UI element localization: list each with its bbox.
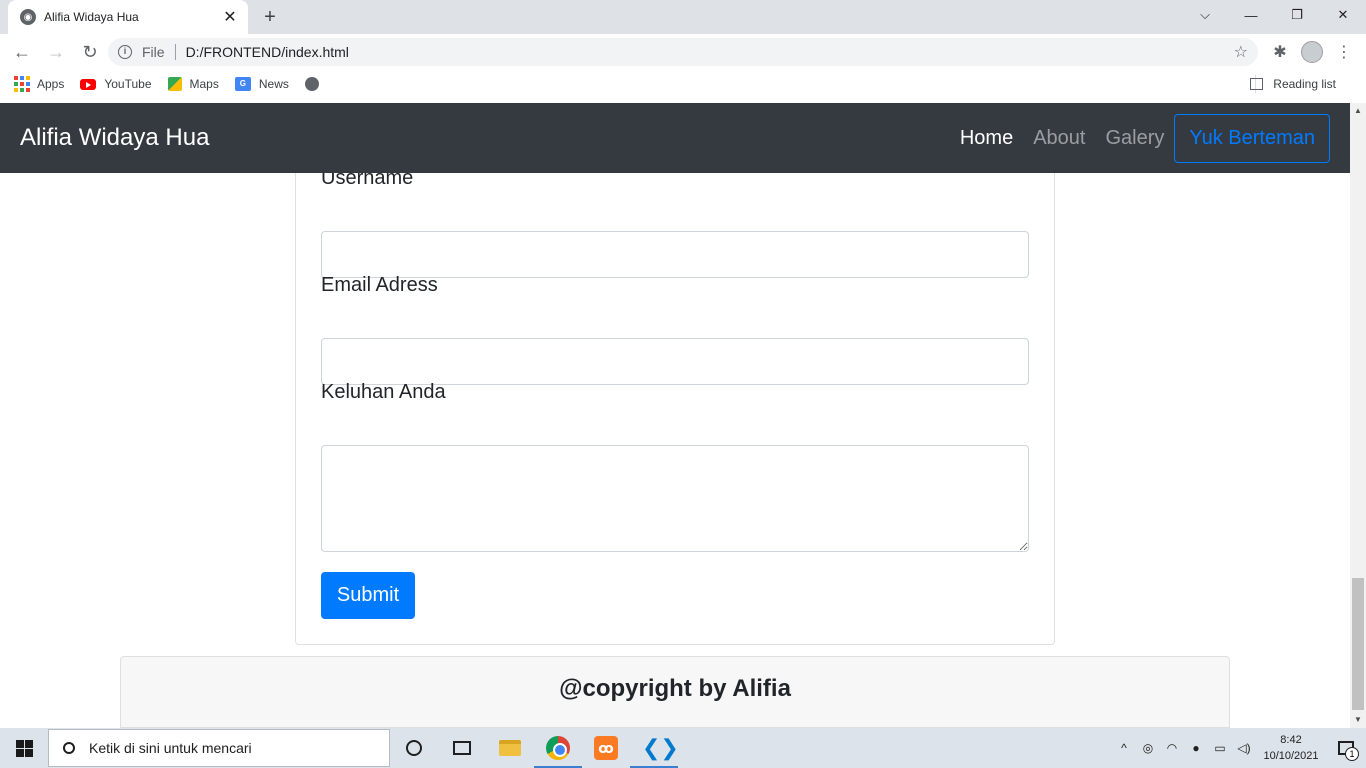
- speaker-icon[interactable]: ◁): [1232, 728, 1256, 768]
- bookmark-apps[interactable]: Apps: [14, 76, 64, 92]
- bookmark-news[interactable]: G News: [234, 77, 289, 91]
- notification-center-button[interactable]: 1: [1326, 728, 1366, 768]
- system-tray: ^ ◎ ◠ ● ▭ ◁) 8:42 10/10/2021 1: [1112, 728, 1366, 768]
- forward-icon[interactable]: →: [42, 38, 70, 66]
- start-button[interactable]: [0, 728, 48, 768]
- footer: @copyright by Alifia: [120, 656, 1230, 728]
- tab-close-icon[interactable]: ✕: [222, 7, 238, 27]
- task-view-button[interactable]: [438, 728, 486, 768]
- maps-icon: [167, 77, 182, 91]
- windows-logo-icon: [15, 739, 33, 757]
- microphone-icon[interactable]: ●: [1184, 728, 1208, 768]
- windows-taskbar: Ketik di sini untuk mencari ꝏ ❮❯ ^ ◎ ◠ ●…: [0, 728, 1366, 768]
- bookmark-star-icon[interactable]: ☆: [1234, 42, 1248, 62]
- clock-time: 8:42: [1280, 734, 1302, 746]
- scroll-down-icon[interactable]: ▼: [1350, 712, 1366, 728]
- tab-title: Alifia Widaya Hua: [44, 10, 139, 24]
- back-icon[interactable]: ←: [8, 38, 36, 66]
- reload-icon[interactable]: ↻: [76, 38, 104, 66]
- scroll-up-icon[interactable]: ▲: [1350, 103, 1366, 119]
- extensions-icon[interactable]: ✱: [1266, 38, 1294, 66]
- url-separator: [174, 44, 176, 60]
- cortana-button[interactable]: [390, 728, 438, 768]
- bookmark-label: News: [258, 77, 289, 91]
- new-tab-button[interactable]: +: [258, 5, 282, 29]
- url-scheme: File: [142, 44, 165, 60]
- profile-avatar[interactable]: [1298, 38, 1326, 66]
- globe-icon: [304, 77, 319, 91]
- meet-now-icon[interactable]: ◎: [1136, 728, 1160, 768]
- navbar-brand[interactable]: Alifia Widaya Hua: [20, 124, 940, 152]
- nav-home[interactable]: Home: [960, 127, 1013, 150]
- menu-icon[interactable]: ⋮: [1330, 38, 1358, 66]
- url-text[interactable]: D:/FRONTEND/index.html: [186, 44, 349, 60]
- nav-about[interactable]: About: [1033, 127, 1085, 150]
- nav-galery[interactable]: Galery: [1105, 127, 1164, 150]
- yuk-berteman-button[interactable]: Yuk Berteman: [1174, 113, 1330, 163]
- youtube-icon: [80, 78, 97, 90]
- file-explorer-button[interactable]: [486, 728, 534, 768]
- task-view-icon: [453, 741, 471, 755]
- notification-badge: 1: [1345, 747, 1359, 761]
- bookmark-youtube[interactable]: YouTube: [80, 77, 152, 91]
- avatar: [1301, 41, 1323, 63]
- complaint-label: Keluhan Anda: [321, 381, 446, 403]
- browser-tab[interactable]: ◉ Alifia Widaya Hua ✕: [8, 0, 248, 34]
- xampp-icon: ꝏ: [594, 736, 618, 760]
- bookmark-label: Maps: [189, 77, 219, 91]
- search-icon: [63, 742, 75, 754]
- page-scrollbar[interactable]: ▲ ▼: [1350, 103, 1366, 728]
- cortana-icon: [406, 740, 422, 756]
- news-icon: G: [234, 77, 251, 91]
- window-close-icon[interactable]: ✕: [1320, 0, 1366, 30]
- taskbar-search[interactable]: Ketik di sini untuk mencari: [48, 729, 390, 767]
- browser-toolbar: ← → ↻ i File D:/FRONTEND/index.html ☆ ✱ …: [0, 34, 1366, 70]
- email-label: Email Adress: [321, 274, 438, 296]
- vscode-icon: ❮❯: [642, 735, 679, 760]
- chrome-icon: [546, 736, 570, 760]
- battery-icon[interactable]: ▭: [1208, 728, 1232, 768]
- bookmark-label: Apps: [37, 77, 65, 91]
- submit-button[interactable]: Submit: [321, 572, 415, 619]
- reading-list-icon: [1250, 78, 1264, 90]
- xampp-taskbar-button[interactable]: ꝏ: [582, 728, 630, 768]
- email-input[interactable]: [321, 338, 1029, 385]
- chrome-taskbar-button[interactable]: [534, 728, 582, 768]
- address-bar[interactable]: i File D:/FRONTEND/index.html ☆: [108, 38, 1258, 66]
- restore-icon[interactable]: ❐: [1274, 0, 1320, 30]
- browser-tab-strip: ◉ Alifia Widaya Hua ✕ + ⌵ — ❐ ✕: [0, 0, 1366, 34]
- apps-grid-icon: [14, 76, 30, 92]
- globe-icon: ◉: [20, 9, 36, 25]
- bookmark-globe[interactable]: [304, 77, 319, 91]
- complaint-textarea[interactable]: [321, 445, 1029, 552]
- contact-form-card: Username Email Adress Keluhan Anda Submi…: [295, 143, 1055, 645]
- tab-search-icon[interactable]: ⌵: [1182, 0, 1228, 30]
- copyright-text: @copyright by Alifia: [559, 675, 791, 702]
- chevron-up-icon[interactable]: ^: [1112, 728, 1136, 768]
- taskbar-clock[interactable]: 8:42 10/10/2021: [1256, 732, 1326, 764]
- username-input[interactable]: [321, 231, 1029, 278]
- folder-icon: [499, 740, 521, 756]
- reading-list-button[interactable]: Reading list: [1250, 77, 1336, 91]
- taskbar-search-placeholder: Ketik di sini untuk mencari: [89, 740, 252, 756]
- bookmark-maps[interactable]: Maps: [167, 77, 219, 91]
- minimize-icon[interactable]: —: [1228, 0, 1274, 30]
- bookmark-label: YouTube: [104, 77, 152, 91]
- page-viewport: Username Email Adress Keluhan Anda Submi…: [0, 103, 1350, 728]
- clock-date: 10/10/2021: [1263, 750, 1319, 762]
- info-icon[interactable]: i: [118, 45, 132, 59]
- wifi-icon[interactable]: ◠: [1160, 728, 1184, 768]
- bookmarks-bar: Apps YouTube Maps G News Reading list: [0, 70, 1366, 98]
- scrollbar-thumb[interactable]: [1352, 578, 1364, 710]
- vscode-taskbar-button[interactable]: ❮❯: [630, 728, 679, 768]
- site-navbar: Alifia Widaya Hua Home About Galery Yuk …: [0, 103, 1350, 173]
- reading-list-label: Reading list: [1273, 77, 1336, 91]
